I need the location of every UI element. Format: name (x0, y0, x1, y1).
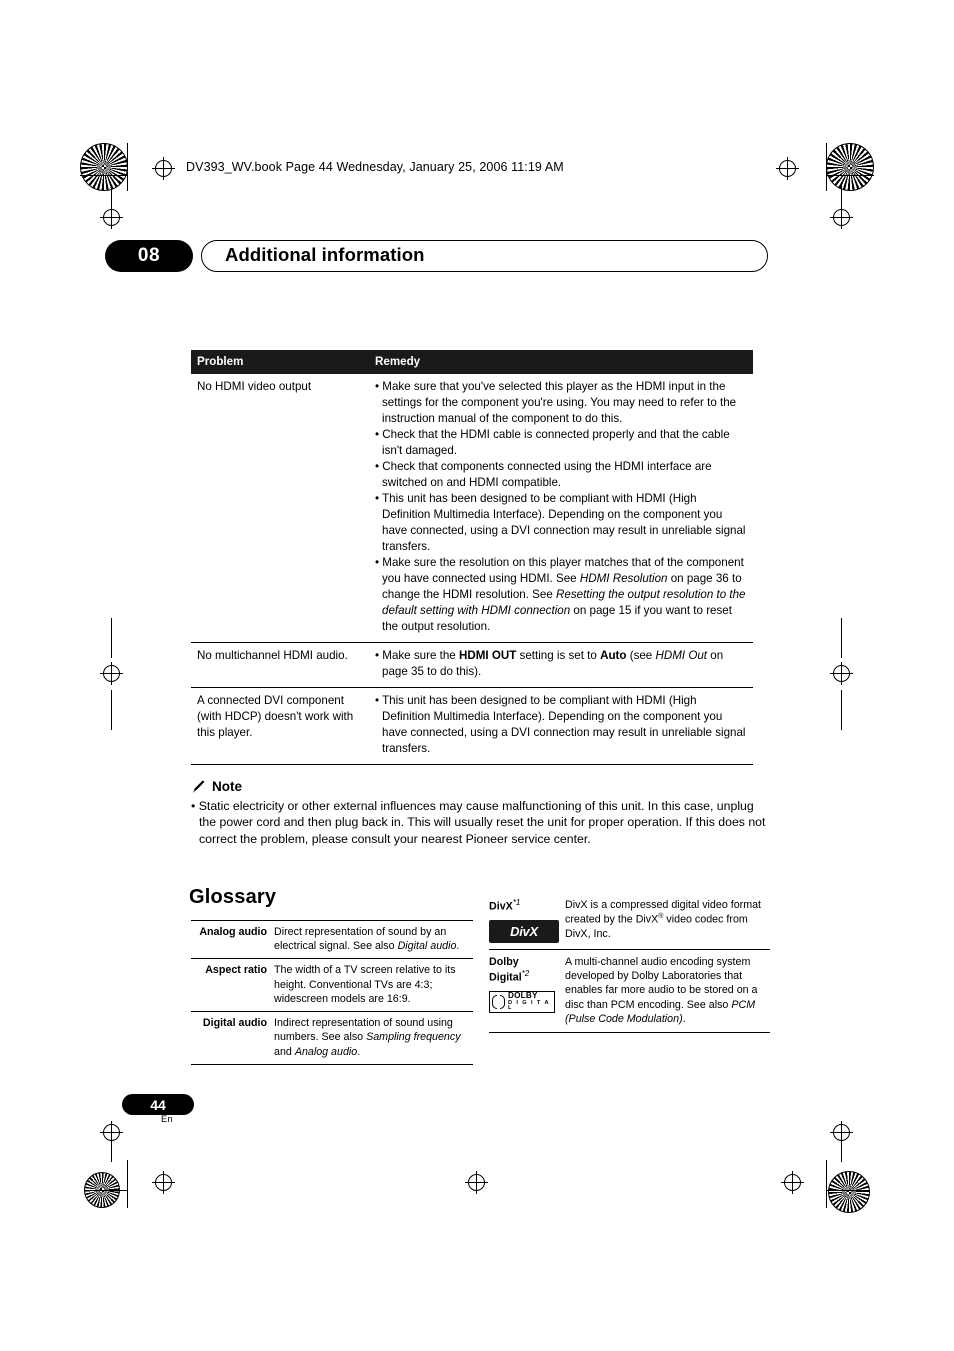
registration-starburst-bottom-right (828, 1171, 870, 1213)
dolby-logo-text: DOLBY (508, 990, 538, 1000)
table-row: No HDMI video output • Make sure that yo… (191, 373, 753, 643)
column-header-remedy: Remedy (369, 350, 753, 374)
note-heading: Note (191, 779, 766, 794)
glossary-term-text: DivX (489, 900, 513, 913)
crop-mark-right-middle (841, 618, 842, 658)
crop-mark-bottom-left-v (127, 1160, 128, 1208)
glossary-term: Aspect ratio (205, 964, 267, 977)
cell-remedy: • Make sure the HDMI OUT setting is set … (369, 642, 753, 688)
remedy-bullet: • Check that the HDMI cable is connected… (375, 427, 730, 457)
glossary-definition: DivX is a compressed digital video forma… (565, 899, 762, 941)
table-header-row: Problem Remedy (191, 350, 753, 374)
crop-mark-left-middle (111, 618, 112, 658)
crop-mark-bottom-right-v (826, 1160, 827, 1208)
glossary-divider (489, 1031, 770, 1033)
page-number-badge: 44 (122, 1094, 194, 1115)
glossary-entry: Dolby Digital*2 DOLBY D I G I T A L A mul… (489, 948, 770, 1032)
registration-cross-left-upper (100, 206, 123, 229)
registration-cross-right-upper (830, 206, 853, 229)
divx-logo-text: DivX (510, 923, 538, 939)
registration-cross-right-lower (830, 1121, 853, 1144)
glossary-entry: Aspect ratio The width of a TV screen re… (191, 959, 473, 1013)
remedy-bullet: • Make sure the HDMI OUT setting is set … (375, 648, 724, 678)
glossary-term: Digital audio (202, 1017, 267, 1030)
crop-mark-top-right-v (826, 143, 827, 191)
dolby-logo-subtext: D I G I T A L (508, 999, 550, 1012)
registration-cross-top-right (776, 157, 799, 180)
registration-cross-left-middle (100, 662, 123, 685)
remedy-bullet: • This unit has been designed to be comp… (375, 491, 746, 553)
divx-logo: DivX (489, 919, 559, 943)
crop-mark-right-middle-2 (841, 690, 842, 730)
column-header-problem: Problem (191, 350, 369, 374)
crop-mark-right-upper (841, 185, 842, 207)
registration-cross-right-middle (830, 662, 853, 685)
glossary-term: DivX*1 DivX (489, 898, 565, 943)
note-text: • Static electricity or other external i… (191, 799, 766, 846)
note-label: Note (212, 779, 242, 794)
crop-mark-top-right-h (826, 175, 874, 176)
chapter-banner: 08 Additional information (105, 240, 768, 272)
crop-mark-top-left-h (80, 175, 128, 176)
glossary-entry: Analog audio Direct representation of so… (191, 920, 473, 960)
crop-mark-right-lower (841, 1140, 842, 1162)
glossary-column-left: Analog audio Direct representation of so… (191, 920, 473, 1065)
cell-remedy: • Make sure that you've selected this pl… (369, 373, 753, 643)
crop-mark-left-upper (111, 185, 112, 207)
glossary-entry: DivX*1 DivX DivX is a compressed digital… (489, 893, 770, 949)
crop-mark-left-middle-2 (111, 690, 112, 730)
remedy-bullet: • Make sure that you've selected this pl… (375, 379, 737, 425)
cell-problem: No HDMI video output (191, 373, 369, 643)
note-section: Note • Static electricity or other exter… (191, 779, 766, 847)
chapter-number: 08 (105, 240, 193, 272)
glossary-term: Analog audio (199, 926, 267, 938)
crop-mark-top-left-v (127, 143, 128, 191)
cell-problem: No multichannel HDMI audio. (191, 642, 369, 688)
glossary-column-right: DivX*1 DivX DivX is a compressed digital… (489, 893, 770, 1033)
crop-mark-bottom-right-h (826, 1190, 870, 1191)
registration-cross-bottom-center (465, 1171, 488, 1194)
registration-cross-left-lower (100, 1121, 123, 1144)
dolby-digital-logo: DOLBY D I G I T A L (489, 990, 555, 1013)
remedy-bullet: • This unit has been designed to be comp… (375, 693, 746, 755)
crop-mark-left-lower (111, 1140, 112, 1162)
dolby-double-d-icon (492, 994, 505, 1009)
table-row: No multichannel HDMI audio. • Make sure … (191, 642, 753, 688)
glossary-title: Glossary (189, 886, 277, 908)
glossary-definition: A multi-channel audio encoding system de… (565, 955, 758, 1025)
glossary-definition: The width of a TV screen relative to its… (274, 964, 456, 1005)
book-filename-header: DV393_WV.book Page 44 Wednesday, January… (186, 160, 564, 174)
language-code: En (161, 1114, 173, 1125)
cell-remedy: • This unit has been designed to be comp… (369, 687, 753, 765)
registration-starburst-top-left (80, 143, 128, 191)
glossary-term-footnote: *1 (512, 898, 521, 907)
page-title: Additional information (225, 244, 425, 265)
crop-mark-bottom-left-h (84, 1190, 128, 1191)
glossary-term-footnote: *2 (521, 969, 530, 979)
glossary-term-text: Dolby Digital (489, 955, 522, 984)
glossary-definition: Direct representation of sound by an ele… (274, 926, 460, 953)
glossary-definition: Indirect representation of sound using n… (274, 1017, 461, 1058)
troubleshooting-table: Problem Remedy No HDMI video output • Ma… (191, 350, 753, 765)
table-row: A connected DVI component (with HDCP) do… (191, 687, 753, 765)
remedy-bullet: • Check that components connected using … (375, 459, 712, 489)
registration-cross-bottom-left (152, 1171, 175, 1194)
registration-cross-top-left (152, 157, 175, 180)
registration-cross-bottom-right (781, 1171, 804, 1194)
glossary-term: Dolby Digital*2 DOLBY D I G I T A L (489, 955, 565, 1026)
cell-problem: A connected DVI component (with HDCP) do… (191, 687, 369, 765)
remedy-bullet: • Make sure the resolution on this playe… (375, 555, 746, 633)
registration-starburst-top-right (826, 143, 874, 191)
glossary-entry: Digital audio Indirect representation of… (191, 1012, 473, 1065)
pencil-icon (191, 779, 206, 794)
